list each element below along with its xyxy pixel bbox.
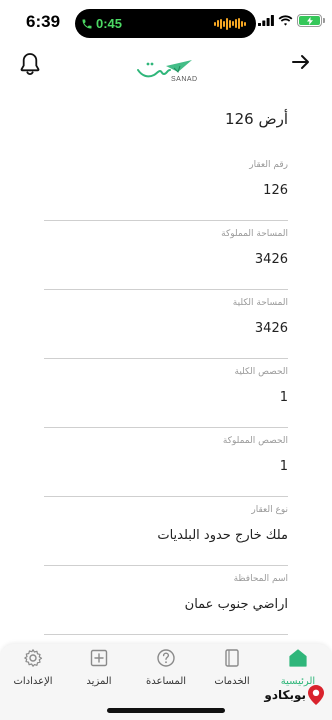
home-indicator[interactable] (107, 708, 225, 713)
field-label: الحصص الكلية (234, 367, 288, 377)
tab-label: الخدمات (214, 676, 250, 687)
field-value: ملك خارج حدود البلديات (157, 528, 288, 543)
battery-icon (297, 14, 325, 27)
tab-more[interactable]: المزيد (67, 648, 131, 692)
call-duration: 0:45 (96, 16, 123, 31)
field-value: اراضي جنوب عمان (184, 597, 288, 612)
bell-icon[interactable] (19, 52, 41, 76)
field-value: 1 (279, 459, 288, 474)
dynamic-island[interactable]: 0:45 (75, 9, 256, 38)
wifi-icon (278, 15, 293, 26)
field-governorate: اسم المحافظة اراضي جنوب عمان (44, 566, 288, 635)
app-header: SANAD (0, 44, 332, 90)
field-label: رقم العقار (249, 160, 288, 170)
home-icon (289, 649, 307, 667)
tab-help[interactable]: المساعدة (134, 648, 198, 692)
watermark: بوبكادو (260, 684, 328, 710)
page-title: أرض 126 (225, 110, 288, 128)
map-pin-icon (308, 685, 324, 705)
field-label: اسم المحافظة (233, 574, 288, 584)
field-value: 3426 (254, 252, 288, 267)
tab-services[interactable]: الخدمات (200, 648, 264, 692)
system-icons (258, 14, 325, 27)
services-icon (225, 649, 239, 667)
field-owned-shares: الحصص المملوكة 1 (44, 428, 288, 497)
phone-icon (82, 19, 92, 28)
field-label: نوع العقار (251, 505, 288, 515)
field-property-number: رقم العقار 126 (44, 152, 288, 221)
charging-bolt-icon (306, 16, 313, 25)
field-total-area: المساحة الكلية 3426 (44, 290, 288, 359)
logo-text: SANAD (171, 76, 198, 83)
field-value: 3426 (254, 321, 288, 336)
field-owned-area: المساحة المملوكة 3426 (44, 221, 288, 290)
arrow-right-icon[interactable] (292, 54, 310, 70)
field-property-type: نوع العقار ملك خارج حدود البلديات (44, 497, 288, 566)
tab-label: المساعدة (145, 676, 187, 687)
property-details: أرض 126 رقم العقار 126 المساحة المملوكة … (0, 100, 332, 640)
active-call-indicator[interactable]: 0:45 (81, 14, 122, 33)
help-icon (157, 649, 175, 667)
status-time: 6:39 (26, 12, 61, 31)
field-value: 126 (263, 183, 288, 198)
tab-label: المزيد (86, 676, 112, 687)
settings-icon (24, 649, 43, 667)
signal-icon (258, 15, 274, 26)
field-value: 1 (279, 390, 288, 405)
more-icon (90, 649, 108, 667)
tab-label: الإعدادات (13, 676, 53, 687)
audio-waveform-icon (214, 17, 246, 30)
field-label: المساحة المملوكة (221, 229, 288, 239)
field-label: المساحة الكلية (232, 298, 288, 308)
tab-settings[interactable]: الإعدادات (1, 648, 65, 692)
field-label: الحصص المملوكة (222, 436, 288, 446)
field-total-shares: الحصص الكلية 1 (44, 359, 288, 428)
watermark-text: بوبكادو (264, 688, 306, 702)
status-bar: 6:39 0:45 (0, 0, 332, 44)
